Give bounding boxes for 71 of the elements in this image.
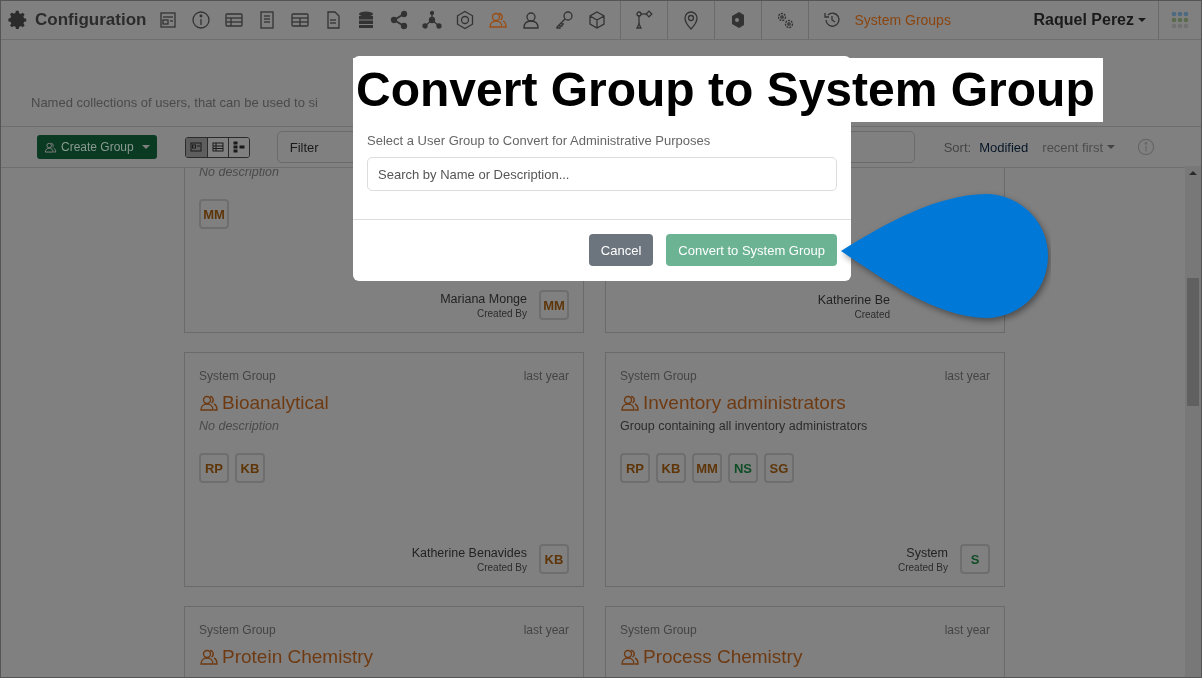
creator-avatar[interactable]: KB (539, 544, 569, 574)
creator-name: Katherine Benavides (411, 545, 527, 560)
created-by-caption: Created By (897, 561, 948, 573)
group-name[interactable]: Bioanalytical (222, 392, 329, 414)
member-avatar[interactable]: NS (728, 453, 758, 483)
group-card[interactable]: System Group last year Process Chemistry (605, 606, 1005, 677)
group-type: System Group (620, 369, 697, 383)
share-icon[interactable] (389, 10, 410, 30)
group-name[interactable]: Protein Chemistry (222, 646, 373, 668)
group-name[interactable]: Process Chemistry (643, 646, 803, 668)
gears-icon[interactable] (775, 10, 796, 30)
app-title: Configuration (35, 10, 147, 30)
convert-button[interactable]: Convert to System Group (666, 234, 837, 266)
cancel-button[interactable]: Cancel (588, 234, 654, 266)
list-icon (211, 141, 224, 153)
modified-time: last year (523, 369, 569, 383)
group-icon (44, 140, 57, 154)
creator-name: Mariana Monge (440, 291, 527, 306)
section-title: System Groups (854, 12, 951, 28)
member-avatar[interactable]: MM (692, 453, 722, 483)
user-icon[interactable] (521, 10, 542, 30)
member-avatar[interactable]: RP (199, 453, 229, 483)
group-description: Group containing all inventory administrators (620, 419, 868, 433)
member-avatar[interactable]: KB (656, 453, 686, 483)
dialog-title: Convert Group to System Group (353, 58, 1103, 122)
member-avatar[interactable]: KB (235, 453, 265, 483)
group-icon (199, 647, 219, 667)
group-icon (620, 393, 640, 413)
created-by-caption: Created By (476, 561, 527, 573)
modified-time: last year (944, 623, 990, 637)
table-icon[interactable] (224, 10, 245, 30)
create-group-button[interactable]: Create Group (37, 135, 157, 159)
key-icon[interactable] (554, 10, 575, 30)
group-type: System Group (199, 623, 276, 637)
group-type: System Group (199, 369, 276, 383)
branch-icon[interactable] (634, 10, 655, 30)
modified-time: last year (523, 623, 569, 637)
member-avatar[interactable]: MM (199, 199, 229, 229)
group-name[interactable]: Inventory administrators (643, 392, 846, 414)
search-field[interactable]: Search by Name or Description... (367, 157, 837, 191)
modified-time: last year (944, 369, 990, 383)
cards-view-button[interactable] (185, 137, 207, 157)
created-by-caption: Created By (476, 307, 527, 319)
group-icon (620, 647, 640, 667)
sort-field-link[interactable]: Modified (979, 139, 1029, 155)
group-card[interactable]: System Group last year Inventory administrators Group containing all inventory administrators RP KB MM NS SG System Created By S (605, 352, 1005, 587)
creator-name: System (906, 545, 948, 560)
history-icon[interactable] (822, 10, 843, 30)
group-card[interactable]: System Group last year Protein Chemistry (184, 606, 584, 677)
cards-icon (190, 141, 203, 153)
group-icon (199, 393, 219, 413)
created-by-caption: Created (854, 309, 890, 320)
member-avatar[interactable]: SG (764, 453, 794, 483)
settings-icon[interactable] (7, 9, 29, 31)
tree-icon (232, 141, 245, 153)
tree-view-button[interactable] (227, 137, 249, 157)
cube-icon[interactable] (587, 10, 608, 30)
creator-avatar[interactable]: MM (539, 290, 569, 320)
creator-avatar[interactable]: S (960, 544, 990, 574)
form-icon[interactable] (158, 10, 179, 30)
member-avatar[interactable]: RP (620, 453, 650, 483)
sort-label: Sort: (943, 139, 972, 155)
info-icon[interactable] (191, 10, 212, 30)
user-menu[interactable]: Raquel Perez (1033, 11, 1146, 29)
scrollbar[interactable] (1185, 166, 1201, 677)
dialog-label: Select a User Group to Convert for Administrative Purposes (367, 133, 712, 148)
creator-name: Katherine Be (817, 293, 890, 307)
grid-icon[interactable] (290, 10, 311, 30)
group-type: System Group (620, 623, 697, 637)
network-icon[interactable] (422, 10, 443, 30)
hexagon-icon[interactable] (455, 10, 476, 30)
